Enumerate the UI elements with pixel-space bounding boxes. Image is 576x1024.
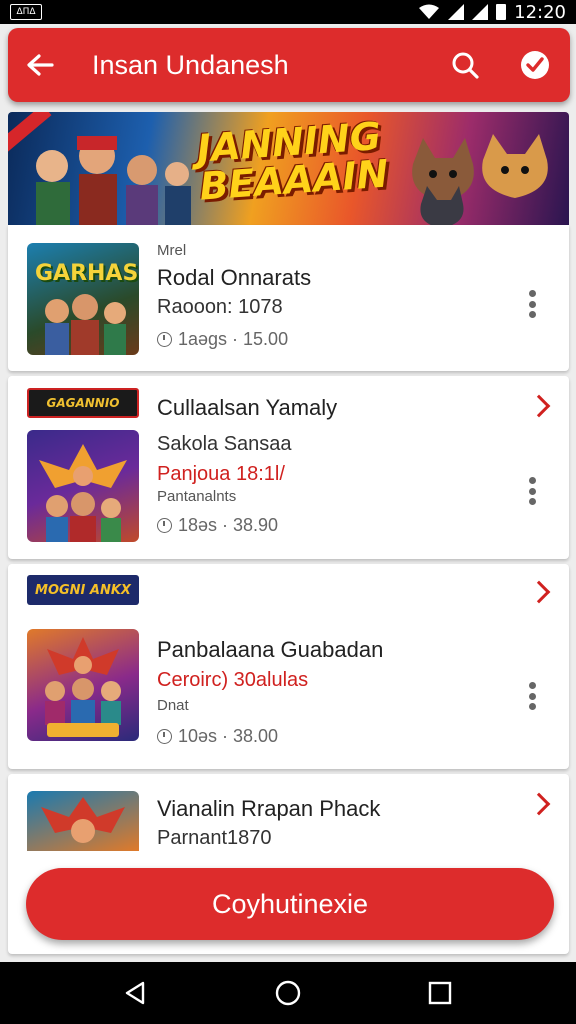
card-subtitle: Parnant1870 <box>157 827 272 849</box>
banner-headline: JANNING BEAAAIN <box>195 114 421 209</box>
clock-icon <box>157 518 172 533</box>
card-detail: Dnat <box>157 697 189 714</box>
status-bar: ΔΠΔ 12:20 <box>0 0 576 24</box>
triangle-back-icon <box>125 981 145 1005</box>
more-options-button[interactable] <box>525 477 539 505</box>
signal-icon-2 <box>472 4 489 20</box>
list-item[interactable]: GAGANNIO Cullaalsan Yamaly Sakola Sansaa… <box>8 376 569 559</box>
heroes-illustration <box>36 136 191 225</box>
circle-home-icon <box>275 980 301 1006</box>
system-nav-bar <box>0 962 576 1024</box>
back-button[interactable] <box>8 28 72 102</box>
clock-icon <box>157 729 172 744</box>
card-label: Mrel <box>157 242 187 259</box>
game-thumbnail: GARHAS <box>27 243 139 355</box>
card-detail: Pantanalnts <box>157 488 237 505</box>
page-title: Insan Undanesh <box>92 49 289 80</box>
more-options-button[interactable] <box>525 682 539 710</box>
thumbnail-title: GARHAS <box>35 261 139 286</box>
game-logo: GAGANNIO <box>27 388 139 418</box>
chevron-right-icon[interactable] <box>527 394 551 418</box>
square-recents-icon <box>428 981 452 1005</box>
game-logo: MOGNI ANKX <box>27 575 139 605</box>
card-price: Panjoua 18:1l/ <box>157 463 285 485</box>
nav-back-button[interactable] <box>106 963 166 1023</box>
card-meta-text: 10əs · 38.00 <box>178 726 279 746</box>
chevron-right-icon[interactable] <box>527 580 551 604</box>
continue-button[interactable]: Coyhutinexie <box>26 868 554 940</box>
promo-banner[interactable]: JANNING BEAAAIN <box>8 112 569 225</box>
signal-icon <box>448 4 465 20</box>
chevron-right-icon[interactable] <box>527 792 551 816</box>
search-button[interactable] <box>430 28 500 102</box>
status-icons: 12:20 <box>418 2 566 23</box>
check-circle-icon <box>521 51 549 79</box>
card-title: Vianalin Rrapan Phack <box>157 796 381 821</box>
card-meta-text: 1aəgs · 15.00 <box>178 329 289 349</box>
game-thumbnail <box>27 791 139 851</box>
card-subtitle: Sakola Sansaa <box>157 433 292 455</box>
card-subtitle: Raooon: 1078 <box>157 296 283 318</box>
card-meta-text: 18əs · 38.90 <box>178 515 279 535</box>
card-meta: 18əs · 38.90 <box>157 515 278 536</box>
card-title: Rodal Onnarats <box>157 265 312 290</box>
more-options-button[interactable] <box>525 290 539 318</box>
arrow-left-icon <box>27 54 54 76</box>
app-bar: Insan Undanesh <box>8 28 570 102</box>
search-icon <box>452 52 479 79</box>
clock-time: 12:20 <box>514 1 566 23</box>
clock-icon <box>157 332 172 347</box>
card-meta: 1aəgs · 15.00 <box>157 329 288 350</box>
confirm-button[interactable] <box>500 28 570 102</box>
card-title: Cullaalsan Yamaly <box>157 395 338 420</box>
game-thumbnail <box>27 629 139 741</box>
card-meta: 10əs · 38.00 <box>157 726 278 747</box>
gallery-icon: ΔΠΔ <box>10 4 42 20</box>
list-item[interactable]: GARHAS Mrel Rodal Onnarats Raooon: 1078 … <box>8 225 569 371</box>
nav-recents-button[interactable] <box>410 963 470 1023</box>
card-price: Ceroirc) 30alulas <box>157 669 309 691</box>
nav-home-button[interactable] <box>258 963 318 1023</box>
pets-illustration <box>412 134 548 225</box>
list-item[interactable]: MOGNI ANKX Panbalaana Guabadan Ceroirc) … <box>8 564 569 769</box>
wifi-icon <box>419 4 440 19</box>
game-thumbnail <box>27 430 139 542</box>
card-title: Panbalaana Guabadan <box>157 637 384 662</box>
battery-icon <box>496 4 507 20</box>
